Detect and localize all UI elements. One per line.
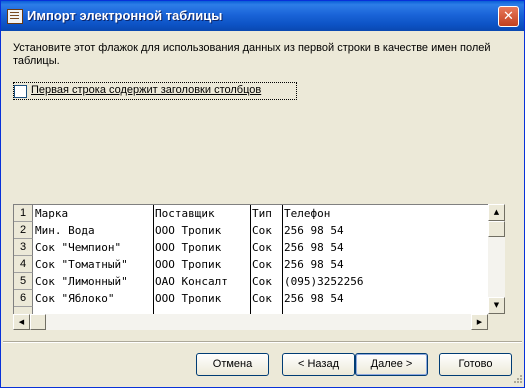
horizontal-scroll-thumb[interactable]	[30, 314, 46, 330]
checkbox-label-text: Первая строка содержит заголовки столбцо…	[31, 84, 262, 96]
grid-cell: Телефон	[284, 207, 331, 220]
grid-cell: 256 98 54	[284, 258, 344, 271]
vertical-scrollbar[interactable]: ▲ ▼	[488, 204, 505, 314]
row-number: 5	[14, 273, 33, 290]
data-preview-grid[interactable]: 1 Марка Поставщик Тип Телефон 2 Мин. Вод…	[13, 204, 490, 316]
grid-cell: Тип	[252, 207, 272, 220]
grid-cell: ОАО Консалт	[155, 275, 228, 288]
resize-grip[interactable]	[511, 375, 523, 386]
grid-cell: Сок "Чемпион"	[35, 241, 122, 254]
row-number: 6	[14, 290, 33, 307]
next-button[interactable]: Далее >	[355, 353, 428, 376]
grid-cell: ООО Тропик	[155, 292, 222, 305]
grid-cell: Сок "Томатный"	[35, 258, 128, 271]
grid-cell: ООО Тропик	[155, 224, 222, 237]
cancel-button[interactable]: Отмена	[196, 353, 269, 376]
grid-cell: Сок	[252, 275, 272, 288]
instruction-text: Установите этот флажок для использования…	[13, 42, 491, 67]
arrow-down-icon: ▼	[493, 301, 500, 309]
import-spreadsheet-dialog: Импорт электронной таблицы ✕ Установите …	[0, 0, 525, 388]
scrollbar-corner	[488, 314, 505, 330]
row-number: 4	[14, 256, 33, 273]
row-number: 3	[14, 239, 33, 256]
first-row-headers-checkbox[interactable]	[14, 85, 27, 98]
grid-cell: Сок "Яблоко"	[35, 292, 115, 305]
scroll-right-button[interactable]: ▶	[471, 314, 488, 330]
grid-cell: ООО Тропик	[155, 258, 222, 271]
grid-cell: 256 98 54	[284, 224, 344, 237]
grid-cell: 256 98 54	[284, 241, 344, 254]
grid-cell: Мин. Вода	[35, 224, 95, 237]
arrow-left-icon: ◀	[18, 318, 25, 326]
grid-cell: Сок "Лимонный"	[35, 275, 128, 288]
row-number: 1	[14, 205, 33, 222]
finish-button[interactable]: Готово	[439, 353, 512, 376]
arrow-right-icon: ▶	[476, 318, 483, 326]
footer-divider	[3, 341, 522, 343]
grid-cell: Марка	[35, 207, 69, 220]
grid-cell: Сок	[252, 224, 272, 237]
row-number: 2	[14, 222, 33, 239]
window-title: Импорт электронной таблицы	[27, 8, 223, 23]
grid-cell: Сок	[252, 258, 272, 271]
close-button[interactable]: ✕	[498, 6, 519, 27]
grid-cell: (095)3252256	[284, 275, 364, 288]
grid-cell: Поставщик	[155, 207, 215, 220]
title-bar[interactable]: Импорт электронной таблицы ✕	[1, 1, 524, 31]
arrow-up-icon: ▲	[493, 208, 500, 216]
back-button[interactable]: < Назад	[282, 353, 355, 376]
scroll-left-button[interactable]: ◀	[13, 314, 30, 330]
scroll-up-button[interactable]: ▲	[488, 204, 505, 221]
close-icon: ✕	[503, 9, 514, 24]
scroll-down-button[interactable]: ▼	[488, 297, 505, 314]
first-row-headers-label[interactable]: Первая строка содержит заголовки столбцо…	[31, 84, 261, 96]
horizontal-scrollbar[interactable]: ◀ ▶	[13, 314, 488, 330]
grid-cell: ООО Тропик	[155, 241, 222, 254]
grid-cell: Сок	[252, 241, 272, 254]
first-row-headers-checkbox-row[interactable]: Первая строка содержит заголовки столбцо…	[13, 82, 297, 100]
grid-cell: 256 98 54	[284, 292, 344, 305]
grid-cell: Сок	[252, 292, 272, 305]
table-icon	[7, 9, 23, 24]
vertical-scroll-thumb[interactable]	[488, 221, 505, 237]
